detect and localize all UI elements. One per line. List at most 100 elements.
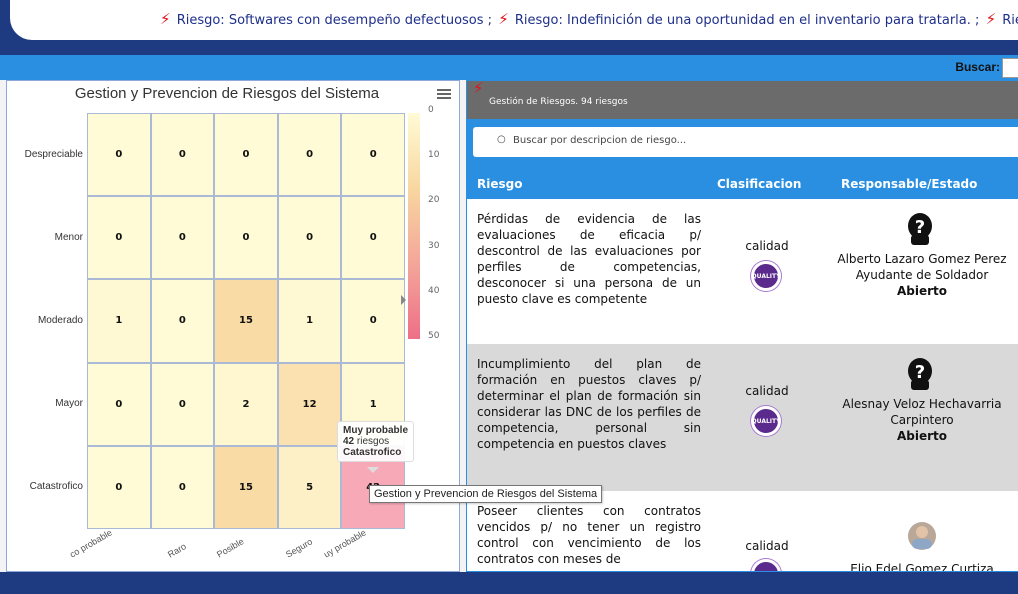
- tooltip-count-unit: riesgos: [356, 436, 390, 447]
- toolbar: [0, 55, 1018, 80]
- heatmap-cell[interactable]: 0: [277, 113, 342, 197]
- lightning-icon: ⚡: [498, 10, 509, 28]
- heatmap-cell[interactable]: 0: [150, 362, 215, 446]
- quality-badge-icon: QUALITY: [751, 559, 781, 571]
- color-scale-tick: 50: [428, 331, 440, 341]
- risk-responsible: Alesnay Veloz Hechavarria Carpintero Abier…: [827, 396, 1017, 444]
- responsible-name: Alberto Lazaro Gomez Perez: [837, 252, 1007, 266]
- color-scale-tick: 40: [428, 285, 440, 296]
- heatmap-cell[interactable]: 0: [87, 196, 151, 280]
- color-scale-tick: 20: [428, 195, 440, 206]
- search-input[interactable]: [1002, 58, 1018, 78]
- x-axis-label: uy probable: [322, 527, 368, 560]
- hover-title-tooltip: Gestion y Prevencion de Riesgos del Sist…: [369, 485, 603, 503]
- risk-row[interactable]: Poseer clientes con contratos vencidos p…: [467, 491, 1018, 572]
- risk-description: Incumplimiento del plan de formación en …: [477, 357, 701, 451]
- risk-row[interactable]: Pérdidas de evidencia de las evaluacione…: [467, 199, 1018, 344]
- y-axis-label: Menor: [54, 231, 83, 243]
- column-header-clasificacion[interactable]: Clasificacion: [717, 177, 801, 191]
- responsible-name: Alesnay Veloz Hechavarria: [842, 397, 1002, 411]
- heatmap-cell[interactable]: 0: [277, 196, 342, 280]
- ticker-item-1[interactable]: Riesgo: Softwares con desempeño defectuo…: [177, 13, 492, 28]
- responsible-role: Ayudante de Soldador: [855, 268, 989, 282]
- color-scale-tick: 30: [428, 240, 440, 251]
- x-axis-label: Posible: [215, 536, 246, 560]
- search-icon: ○: [497, 134, 506, 145]
- y-axis-label: Despreciable: [24, 148, 83, 160]
- lightning-icon: ⚡: [160, 10, 171, 28]
- heatmap-cell[interactable]: 0: [87, 445, 151, 529]
- color-scale-marker: [401, 295, 406, 305]
- ticker-item-2[interactable]: Riesgo: Indefinición de una oportunidad …: [515, 13, 980, 28]
- risk-classification: calidad: [745, 539, 789, 553]
- heatmap-cell[interactable]: 1: [87, 279, 151, 363]
- risk-description: Pérdidas de evidencia de las evaluacione…: [477, 212, 701, 306]
- color-scale-bar: [408, 113, 420, 339]
- tooltip-arrow: [367, 467, 379, 473]
- footer-bar: [0, 572, 1018, 594]
- heatmap-cell[interactable]: 5: [277, 445, 342, 529]
- risk-ticker: ⚡ Riesgo: Softwares con desempeño defect…: [10, 0, 1018, 40]
- x-axis-label: Raro: [166, 541, 189, 560]
- column-header-riesgo[interactable]: Riesgo: [477, 177, 522, 191]
- heatmap-cell[interactable]: 15: [214, 445, 278, 529]
- svg-text:?: ?: [915, 362, 925, 383]
- responsible-role: Carpintero: [890, 413, 954, 427]
- y-axis-label: Mayor: [55, 398, 83, 410]
- risk-classification: calidad: [745, 384, 789, 398]
- heatmap-cell[interactable]: 0: [150, 113, 215, 197]
- svg-text:?: ?: [915, 217, 925, 238]
- risk-search-placeholder: Buscar por descripcion de riesgo...: [513, 135, 687, 146]
- lightning-icon: ⚡: [985, 10, 997, 28]
- risk-row[interactable]: Incumplimiento del plan de formación en …: [467, 344, 1018, 491]
- heatmap-cell[interactable]: 0: [214, 196, 278, 280]
- risk-status: Abierto: [896, 284, 948, 298]
- heatmap-cell[interactable]: 0: [214, 113, 278, 197]
- heatmap-cell[interactable]: 0: [150, 445, 215, 529]
- quality-badge-icon: QUALITY: [751, 406, 781, 436]
- risk-status: Abierto: [896, 429, 948, 443]
- ticker-item-3[interactable]: Rie: [1002, 13, 1018, 28]
- chart-title: Gestion y Prevencion de Riesgos del Sist…: [74, 85, 380, 102]
- lightning-icon: ⚡: [473, 80, 484, 97]
- ticker-text: ⚡ Riesgo: Softwares con desempeño defect…: [158, 10, 1018, 28]
- tooltip-x: Muy probable: [343, 425, 409, 436]
- heatmap-cell[interactable]: 12: [277, 362, 342, 446]
- risk-responsible: Alberto Lazaro Gomez Perez Ayudante de So…: [827, 251, 1017, 299]
- tooltip-count: 42 riesgos: [343, 436, 408, 447]
- color-scale-tick: 0: [428, 105, 434, 115]
- heatmap-cell[interactable]: 0: [341, 196, 405, 280]
- heatmap-cell[interactable]: 0: [341, 113, 405, 197]
- risks-panel-header: ⚡ Gestión de Riesgos. 94 riesgos: [467, 81, 1018, 119]
- risk-responsible: Elio Edel Gomez Curtiza: [827, 561, 1017, 572]
- x-axis-label: Seguro: [283, 536, 314, 560]
- unknown-user-avatar-icon: ?: [907, 358, 933, 390]
- chart-menu-icon[interactable]: [437, 89, 451, 99]
- color-scale-tick: 10: [428, 150, 440, 161]
- heatmap-cell[interactable]: 0: [87, 113, 151, 197]
- heatmap-cell[interactable]: 0: [150, 279, 215, 363]
- unknown-user-avatar-icon: ?: [907, 213, 933, 245]
- risk-search-input[interactable]: ○ Buscar por descripcion de riesgo...: [473, 127, 1018, 157]
- heatmap-cell[interactable]: 2: [214, 362, 278, 446]
- risks-panel-title: Gestión de Riesgos. 94 riesgos: [489, 97, 628, 107]
- risk-description: Poseer clientes con contratos vencidos p…: [477, 504, 701, 566]
- y-axis-label: Moderado: [37, 315, 83, 326]
- heatmap-grid: 00000000001015100021210015542: [87, 113, 405, 529]
- tooltip-count-value: 42: [343, 436, 355, 447]
- responsible-name: Elio Edel Gomez Curtiza: [850, 562, 994, 572]
- heatmap-cell[interactable]: 0: [87, 362, 151, 446]
- heatmap-cell[interactable]: 0: [150, 196, 215, 280]
- quality-badge-icon: QUALITY: [751, 261, 781, 291]
- heatmap-tooltip: Muy probable 42 riesgos Catastrofico: [337, 421, 415, 462]
- column-header-responsable[interactable]: Responsable/Estado: [841, 177, 977, 191]
- risk-classification: calidad: [745, 239, 789, 253]
- heatmap-cell[interactable]: 0: [341, 279, 405, 363]
- x-axis-label: co probable: [67, 527, 114, 560]
- search-label: Buscar:: [955, 60, 1000, 74]
- tooltip-y: Catastrofico: [343, 447, 402, 458]
- user-photo-avatar: [907, 521, 936, 551]
- heatmap-cell[interactable]: 15: [214, 279, 278, 363]
- y-axis-label: Catastrofico: [29, 481, 83, 493]
- heatmap-cell[interactable]: 1: [277, 279, 342, 363]
